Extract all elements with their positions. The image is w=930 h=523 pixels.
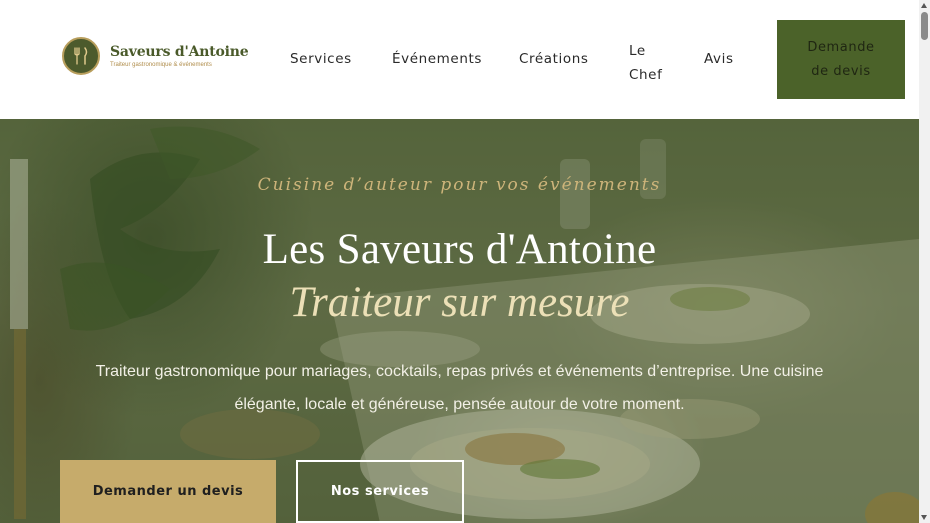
site-header: Saveurs d'Antoine Traiteur gastronomique… (0, 0, 919, 119)
nav-link-events[interactable]: Événements (392, 51, 482, 67)
hero-description: Traiteur gastronomique pour mariages, co… (95, 363, 824, 413)
brand-name: Saveurs d'Antoine (110, 44, 249, 60)
brand-tagline: Traiteur gastronomique & événements (110, 62, 212, 68)
scroll-up-arrow-icon[interactable] (921, 3, 927, 8)
request-quote-button[interactable]: Demander un devis (60, 460, 276, 523)
scroll-down-arrow-icon[interactable] (921, 515, 927, 520)
hero-eyebrow: Cuisine d’auteur pour vos événements (257, 175, 662, 195)
nav-link-reviews[interactable]: Avis (704, 51, 734, 67)
brand-logo[interactable]: Saveurs d'Antoine Traiteur gastronomique… (62, 37, 249, 75)
nav-link-creations[interactable]: Créations (519, 51, 589, 67)
page-scrollbar[interactable] (919, 0, 930, 523)
our-services-button[interactable]: Nos services (296, 460, 464, 523)
brand-text: Saveurs d'Antoine Traiteur gastronomique… (110, 44, 249, 68)
nav-link-services[interactable]: Services (290, 51, 352, 67)
hero-section: Cuisine d’auteur pour vos événements Les… (0, 119, 919, 523)
scroll-thumb[interactable] (921, 12, 928, 40)
header-quote-button[interactable]: Demande de devis (777, 20, 905, 99)
nav-link-chef[interactable]: Le Chef (629, 39, 669, 87)
hero-title: Les Saveurs d'Antoine (262, 226, 657, 273)
hero-subtitle: Traiteur sur mesure (289, 279, 630, 326)
fork-knife-icon (62, 37, 100, 75)
